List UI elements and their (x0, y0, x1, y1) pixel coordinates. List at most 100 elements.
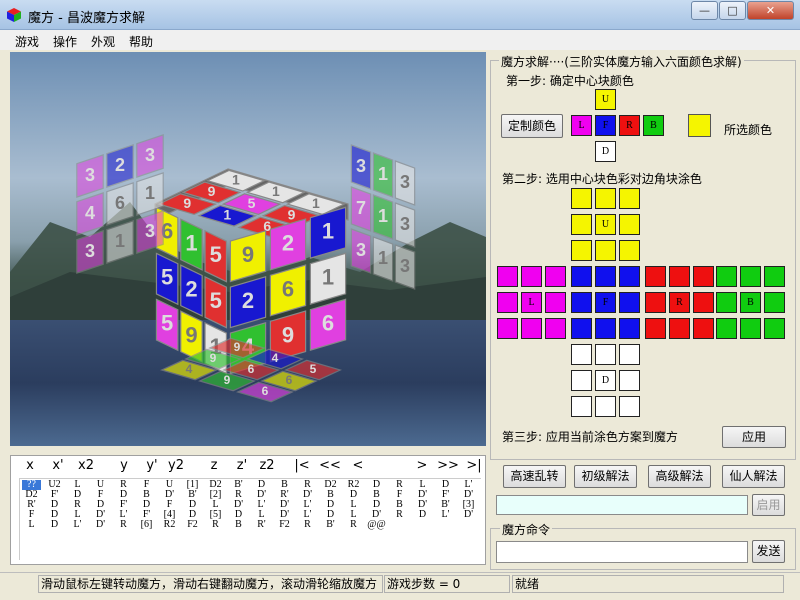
rotate-command-3[interactable]: y (111, 458, 137, 474)
enable-button[interactable]: 启用 (752, 494, 785, 516)
up-face-sticker[interactable] (571, 214, 592, 235)
rotate-command-1[interactable]: x' (45, 458, 71, 474)
history-move[interactable]: L' (436, 510, 455, 520)
rotate-command-4[interactable]: y' (139, 458, 165, 474)
rotate-command-7[interactable]: z' (229, 458, 255, 474)
back-face-sticker[interactable] (764, 292, 785, 313)
left-face-sticker[interactable] (521, 266, 542, 287)
cube-command-input[interactable] (496, 541, 748, 563)
front-face-sticker[interactable] (619, 318, 640, 339)
history-move[interactable] (390, 520, 409, 530)
down-face-sticker[interactable] (595, 396, 616, 417)
back-face-sticker[interactable] (716, 318, 737, 339)
right-face-sticker[interactable] (693, 318, 714, 339)
scramble-button[interactable]: 高速乱转 (503, 465, 566, 488)
left-face-sticker[interactable] (497, 266, 518, 287)
right-face-sticker[interactable] (669, 318, 690, 339)
center-left-swatch[interactable]: L (571, 115, 592, 136)
up-face-sticker[interactable] (571, 188, 592, 209)
center-up-swatch[interactable]: U (595, 89, 616, 110)
history-move[interactable]: R (344, 520, 363, 530)
rotate-command-10[interactable]: << (317, 458, 343, 474)
left-face-sticker[interactable] (497, 292, 518, 313)
rotate-command-6[interactable]: z (201, 458, 227, 474)
up-face-sticker[interactable] (595, 188, 616, 209)
back-face-sticker[interactable] (716, 292, 737, 313)
history-move[interactable]: R' (252, 520, 271, 530)
down-face-sticker[interactable] (595, 344, 616, 365)
back-face-sticker[interactable] (764, 266, 785, 287)
rotate-command-9[interactable]: |< (289, 458, 315, 474)
center-front-swatch[interactable]: F (595, 115, 616, 136)
history-move[interactable] (459, 520, 478, 530)
right-face-sticker[interactable]: R (669, 292, 690, 313)
rotate-command-14[interactable]: >| (461, 458, 487, 474)
history-move[interactable]: @@ (367, 520, 386, 530)
left-face-sticker[interactable] (545, 266, 566, 287)
solution-output-field[interactable] (496, 495, 748, 515)
apply-button[interactable]: 应用 (722, 426, 786, 448)
rotate-command-12[interactable]: > (409, 458, 435, 474)
up-face-sticker[interactable]: U (595, 214, 616, 235)
front-face-sticker[interactable] (595, 266, 616, 287)
front-face-sticker[interactable] (571, 266, 592, 287)
maximize-button[interactable]: □ (719, 1, 746, 20)
left-face-sticker[interactable]: L (521, 292, 542, 313)
history-move[interactable]: R (390, 510, 409, 520)
rotate-command-11[interactable]: < (345, 458, 371, 474)
close-button[interactable]: ✕ (747, 1, 794, 20)
rotate-command-8[interactable]: z2 (254, 458, 280, 474)
rotate-command-2[interactable]: x2 (73, 458, 99, 474)
history-move[interactable]: R (298, 520, 317, 530)
back-face-sticker[interactable]: B (740, 292, 761, 313)
left-face-sticker[interactable] (497, 318, 518, 339)
center-back-swatch[interactable]: B (643, 115, 664, 136)
up-face-sticker[interactable] (595, 240, 616, 261)
up-face-sticker[interactable] (619, 188, 640, 209)
center-right-swatch[interactable]: R (619, 115, 640, 136)
advanced-solve-button[interactable]: 高级解法 (648, 465, 711, 488)
rotate-command-13[interactable]: >> (435, 458, 461, 474)
front-face-sticker[interactable] (571, 318, 592, 339)
menu-operation[interactable]: 操作 (53, 33, 77, 50)
history-move[interactable]: B' (321, 520, 340, 530)
back-face-sticker[interactable] (716, 266, 737, 287)
left-face-sticker[interactable] (545, 318, 566, 339)
back-face-sticker[interactable] (740, 266, 761, 287)
right-face-sticker[interactable] (645, 266, 666, 287)
up-face-sticker[interactable] (571, 240, 592, 261)
history-move[interactable]: B (229, 520, 248, 530)
right-face-sticker[interactable] (693, 266, 714, 287)
front-face-sticker[interactable] (571, 292, 592, 313)
left-face-sticker[interactable] (545, 292, 566, 313)
front-face-sticker[interactable] (595, 318, 616, 339)
minimize-button[interactable]: — (691, 1, 718, 20)
cube-3d-viewport[interactable]: 1119599166155255919212614963234613133137… (10, 52, 486, 446)
rotate-command-5[interactable]: y2 (163, 458, 189, 474)
up-face-sticker[interactable] (619, 240, 640, 261)
history-move[interactable]: D (413, 510, 432, 520)
back-face-sticker[interactable] (764, 318, 785, 339)
down-face-sticker[interactable] (619, 344, 640, 365)
down-face-sticker[interactable] (571, 370, 592, 391)
rotate-command-0[interactable]: x (17, 458, 43, 474)
history-move[interactable]: F2 (275, 520, 294, 530)
history-move[interactable]: R (114, 520, 133, 530)
history-move[interactable]: L (22, 520, 41, 530)
right-face-sticker[interactable] (693, 292, 714, 313)
history-move[interactable]: R (206, 520, 225, 530)
rubiks-cube-render[interactable]: 1119599166155255919212614963234613133137… (10, 52, 486, 446)
menu-game[interactable]: 游戏 (15, 33, 39, 50)
center-down-swatch[interactable]: D (595, 141, 616, 162)
right-face-sticker[interactable] (645, 292, 666, 313)
history-move[interactable] (436, 520, 455, 530)
custom-color-button[interactable]: 定制颜色 (501, 114, 563, 138)
front-face-sticker[interactable] (619, 292, 640, 313)
history-move[interactable]: [6] (137, 520, 156, 530)
front-face-sticker[interactable] (619, 266, 640, 287)
menu-help[interactable]: 帮助 (129, 33, 153, 50)
down-face-sticker[interactable] (619, 370, 640, 391)
history-move[interactable]: D (45, 520, 64, 530)
beginner-solve-button[interactable]: 初级解法 (574, 465, 637, 488)
history-move[interactable]: D' (91, 520, 110, 530)
